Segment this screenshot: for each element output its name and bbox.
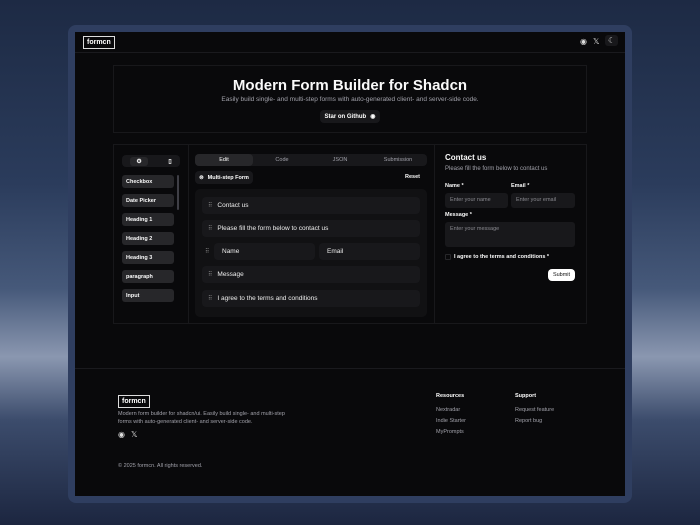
tab-json[interactable]: JSON (311, 154, 369, 166)
message-textarea[interactable]: Enter your message (445, 222, 575, 247)
form-field-row[interactable]: ⠿ Message (202, 266, 420, 283)
form-field-row[interactable]: ⠿ Please fill the form below to contact u… (202, 220, 420, 237)
app: formcn ◉ 𝕏 ☾ Modern Form Builder for Sha… (75, 32, 625, 496)
field-label: Message (217, 271, 244, 278)
components-icon[interactable]: ⚙ (130, 156, 148, 166)
form-field-row[interactable]: ⠿ I agree to the terms and conditions (202, 290, 420, 307)
item-label: Date Picker (126, 197, 156, 204)
link-indie-starter[interactable]: Indie Starter (436, 418, 466, 424)
terms-label: I agree to the terms and conditions * (454, 254, 550, 260)
form-field-email[interactable]: Email (319, 243, 420, 260)
divider (75, 52, 625, 53)
layers-icon: ⊜ (199, 174, 204, 181)
reset-button[interactable]: Reset (405, 174, 420, 180)
support-heading: Support (515, 393, 537, 399)
editor-tabs: Edit Code JSON Submission (195, 154, 427, 166)
link-myprompts[interactable]: MyPrompts (436, 429, 464, 435)
link-nextradar[interactable]: Nextradar (436, 407, 460, 413)
templates-icon[interactable]: ▯ (168, 158, 171, 165)
item-label: Heading 3 (126, 254, 153, 261)
resources-heading: Resources (436, 393, 465, 399)
drag-handle-icon[interactable]: ⠿ (208, 202, 212, 209)
divider (188, 144, 189, 324)
form-field-row[interactable]: ⠿ Contact us (202, 197, 420, 214)
footer-description: Modern form builder for shadcn/ui. Easil… (118, 411, 285, 425)
page-subtitle: Easily build single- and multi-step form… (221, 96, 479, 103)
sidebar-item-heading-2[interactable]: Heading 2 (122, 232, 174, 245)
submit-button[interactable]: Submit (548, 269, 575, 281)
tab-code[interactable]: Code (253, 154, 311, 166)
page-title: Modern Form Builder for Shadcn (232, 77, 468, 94)
field-label: Please fill the form below to contact us (217, 225, 329, 232)
field-label: Email (327, 248, 344, 255)
drag-handle-icon[interactable]: ⠿ (208, 225, 212, 232)
item-label: Heading 2 (126, 235, 153, 242)
name-label: Name * (445, 183, 464, 189)
form-field-name[interactable]: Name (214, 243, 315, 260)
sidebar-item-heading-1[interactable]: Heading 1 (122, 213, 174, 226)
message-label: Message * (445, 212, 472, 218)
sidebar-item-paragraph[interactable]: paragraph (122, 270, 174, 283)
footer-logo[interactable]: formcn (118, 395, 150, 408)
github-icon: ◉ (370, 114, 376, 120)
browser-window: formcn ◉ 𝕏 ☾ Modern Form Builder for Sha… (68, 25, 632, 503)
email-label: Email * (511, 183, 530, 189)
theme-toggle-icon[interactable]: ☾ (605, 35, 619, 46)
preview-title: Contact us (445, 153, 487, 162)
divider (75, 368, 625, 369)
terms-checkbox[interactable] (445, 254, 451, 260)
sidebar-item-input[interactable]: Input (122, 289, 174, 302)
item-label: Heading 1 (126, 216, 153, 223)
copyright: © 2025 formcn. All rights reserved. (118, 463, 203, 469)
sidebar-scrollbar[interactable] (177, 175, 179, 210)
multi-step-form-button[interactable]: ⊜ Multi-step Form (195, 171, 253, 184)
name-input[interactable]: Enter your name (445, 193, 508, 208)
preview-description: Please fill the form below to contact us (445, 166, 548, 172)
sidebar-item-checkbox[interactable]: Checkbox (122, 175, 174, 188)
sidebar-item-heading-3[interactable]: Heading 3 (122, 251, 174, 264)
x-icon[interactable]: 𝕏 (131, 430, 137, 439)
sidebar-toggle[interactable]: ⚙ ▯ (122, 155, 180, 167)
star-label: Star on Github (324, 113, 367, 120)
drag-handle-icon[interactable]: ⠿ (208, 271, 212, 278)
drag-handle-icon[interactable]: ⠿ (208, 295, 212, 302)
drag-handle-icon[interactable]: ⠿ (205, 248, 209, 255)
link-request-feature[interactable]: Request feature (515, 407, 554, 413)
field-label: Contact us (217, 202, 249, 209)
star-on-github-button[interactable]: Star on Github ◉ (320, 110, 380, 123)
multistep-label: Multi-step Form (207, 174, 249, 181)
item-label: Input (126, 292, 140, 299)
field-label: I agree to the terms and conditions (217, 295, 318, 302)
tab-submission[interactable]: Submission (369, 154, 427, 166)
sidebar-item-date-picker[interactable]: Date Picker (122, 194, 174, 207)
field-label: Name (222, 248, 240, 255)
x-icon[interactable]: 𝕏 (593, 37, 599, 46)
github-icon[interactable]: ◉ (580, 37, 587, 46)
link-report-bug[interactable]: Report bug (515, 418, 542, 424)
item-label: paragraph (126, 273, 153, 280)
divider (434, 144, 435, 324)
logo[interactable]: formcn (83, 36, 115, 49)
email-input[interactable]: Enter your email (511, 193, 575, 208)
tab-edit[interactable]: Edit (195, 154, 253, 166)
github-icon[interactable]: ◉ (118, 430, 125, 439)
item-label: Checkbox (126, 178, 153, 185)
